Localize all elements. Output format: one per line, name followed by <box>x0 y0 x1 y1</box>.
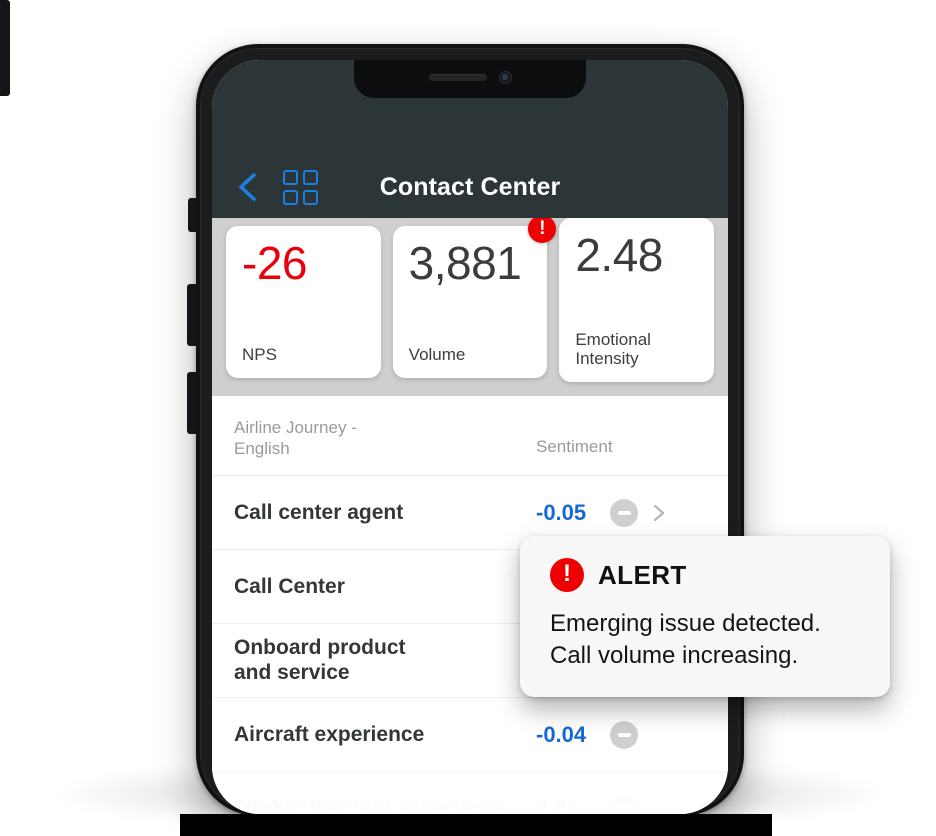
row-sentiment-score: -0.04 <box>536 721 587 747</box>
row-label: Flight attendant experience <box>234 796 508 814</box>
alert-message-line-2: Call volume increasing. <box>550 641 799 669</box>
kpi-label-line-1: Emotional <box>575 329 651 349</box>
phone-notch <box>354 60 586 98</box>
list-header-sentiment: Sentiment <box>536 437 613 456</box>
apps-grid-button[interactable] <box>282 169 318 205</box>
row-sentiment-score: -0.05 <box>536 499 587 525</box>
kpi-card-emotional-intensity[interactable]: 2.48 Emotional Intensity <box>559 218 715 382</box>
row-sentiment-score: 0.03 <box>536 795 579 814</box>
kpi-value-emotional-intensity: 2.48 <box>575 229 663 281</box>
alert-badge-icon: ! <box>528 215 557 243</box>
sentiment-neutral-icon <box>610 720 638 749</box>
kpi-label-nps: NPS <box>242 344 277 364</box>
row-label-line-2: and service <box>234 660 350 684</box>
grid-square-3 <box>282 189 298 205</box>
row-label-line-1: Onboard product <box>234 636 406 660</box>
list-header-journey-line-2: English <box>234 438 290 458</box>
chevron-left-icon <box>239 173 256 201</box>
kpi-label-emotional-intensity: Emotional Intensity <box>575 330 700 368</box>
mute-switch-button[interactable] <box>188 198 197 232</box>
navbar-row: Contact Center <box>212 158 728 216</box>
alert-message-line-1: Emerging issue detected. <box>550 610 821 637</box>
kpi-card-volume[interactable]: ! 3,881 Volume <box>392 215 557 378</box>
minus-glyph <box>617 807 631 811</box>
kpi-card-row: -26 NPS ! 3,881 Volume 2.48 Emotional In… <box>226 215 715 382</box>
sentiment-neutral-icon <box>610 794 638 814</box>
kpi-value-nps: -26 <box>242 237 307 289</box>
table-row[interactable]: Aircraft experience -0.04 <box>212 698 728 773</box>
alert-badge-glyph: ! <box>539 217 546 239</box>
alert-header: ! ALERT <box>550 558 864 592</box>
list-header: Airline Journey - English Sentiment <box>212 396 728 477</box>
exclamation-glyph: ! <box>563 560 571 587</box>
minus-glyph <box>617 511 631 515</box>
sentiment-neutral-icon <box>610 498 638 527</box>
row-value-group: -0.05 <box>536 498 704 527</box>
alert-title: ALERT <box>598 559 687 590</box>
kpi-value-volume: 3,881 <box>408 237 522 289</box>
alert-toast[interactable]: ! ALERT Emerging issue detected. Call vo… <box>520 536 890 698</box>
row-label: Onboard product and service <box>234 636 536 686</box>
grid-square-2 <box>302 169 318 185</box>
kpi-strip: -26 NPS ! 3,881 Volume 2.48 Emotional In… <box>212 215 728 396</box>
exclamation-icon: ! <box>550 558 584 592</box>
back-button[interactable] <box>234 172 260 202</box>
bottom-crop-bar <box>180 814 772 836</box>
kpi-label-line-2: Intensity <box>575 348 639 368</box>
kpi-label-volume: Volume <box>408 344 466 364</box>
grid-square-1 <box>282 169 298 185</box>
row-label: Call Center <box>234 574 345 598</box>
phone-screen: Contact Center -26 NPS ! 3,881 Volume 2.… <box>212 60 728 814</box>
minus-glyph <box>617 733 631 737</box>
row-value-group: 0.03 <box>536 794 704 814</box>
volume-up-button[interactable] <box>187 284 197 346</box>
earpiece-speaker-icon <box>428 73 487 81</box>
row-value-group: -0.04 <box>536 720 704 749</box>
grid-square-4 <box>302 189 318 205</box>
list-header-journey: Airline Journey - English <box>234 418 536 459</box>
chevron-right-icon[interactable] <box>650 504 668 522</box>
row-label: Call center agent <box>234 500 404 524</box>
front-camera-icon <box>498 70 512 84</box>
volume-down-button[interactable] <box>187 372 197 434</box>
power-button[interactable] <box>0 0 10 96</box>
alert-message: Emerging issue detected. Call volume inc… <box>550 608 864 671</box>
table-row[interactable]: Flight attendant experience 0.03 <box>212 772 728 814</box>
list-header-journey-line-1: Airline Journey - <box>234 418 357 437</box>
kpi-card-nps[interactable]: -26 NPS <box>226 226 381 378</box>
row-label: Aircraft experience <box>234 722 425 746</box>
screenshot-stage: Contact Center -26 NPS ! 3,881 Volume 2.… <box>0 0 936 836</box>
